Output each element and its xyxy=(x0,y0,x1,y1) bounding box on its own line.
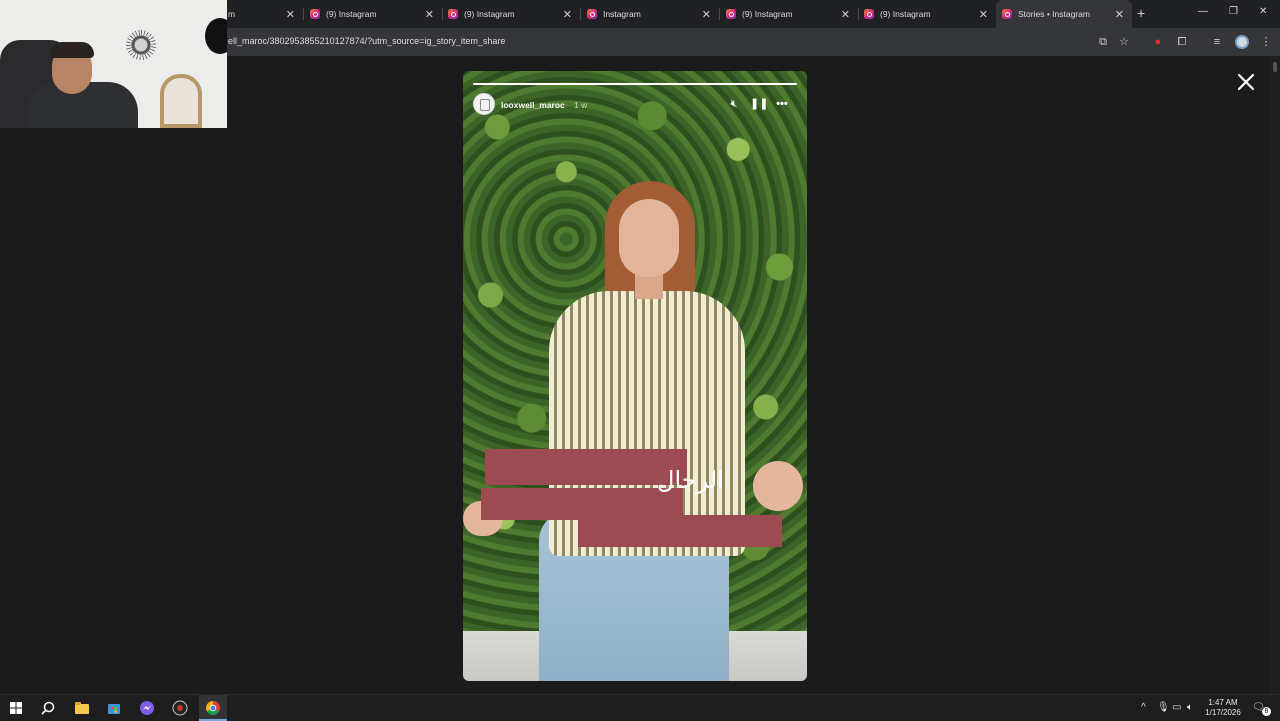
microphone-icon[interactable]: 🎙︎ xyxy=(1157,702,1170,713)
tray-chevron-up-icon[interactable]: ^ xyxy=(1141,702,1146,713)
story-user-avatar[interactable] xyxy=(473,93,495,115)
tab-separator xyxy=(858,8,859,20)
person-hair xyxy=(50,42,94,58)
extensions-puzzle-icon[interactable]: ⧠ xyxy=(1175,35,1189,49)
bookmark-star-icon[interactable]: ☆ xyxy=(1117,35,1131,49)
page-scrollbar[interactable] xyxy=(1270,56,1280,694)
tab-label: (9) Instagram xyxy=(326,9,377,19)
tab-close-icon[interactable]: ✕ xyxy=(841,8,850,21)
tab-close-icon[interactable]: ✕ xyxy=(286,8,295,21)
tab-label: (9) Instagram xyxy=(742,9,793,19)
chrome-icon[interactable] xyxy=(205,700,221,716)
windows-start-icon[interactable] xyxy=(8,700,24,716)
network-icon[interactable]: ▭ xyxy=(1172,702,1181,713)
profile-avatar-icon[interactable] xyxy=(1235,35,1249,49)
search-icon[interactable] xyxy=(40,700,56,716)
webcam-overlay xyxy=(0,0,227,128)
more-icon[interactable]: ••• xyxy=(774,97,790,111)
story-person-face xyxy=(619,199,679,277)
file-explorer-icon[interactable] xyxy=(74,700,90,716)
app-icon[interactable] xyxy=(172,700,188,716)
wall-mirror xyxy=(160,74,202,128)
tab-close-icon[interactable]: ✕ xyxy=(979,8,988,21)
url-text[interactable]: ell_maroc/3802953855210127874/?utm_sourc… xyxy=(228,36,505,46)
taskbar-clock[interactable]: 1:47 AM 1/17/2026 xyxy=(1200,698,1246,718)
tab-label: Instagram xyxy=(603,9,641,19)
volume-icon[interactable]: 🔈︎ xyxy=(1187,702,1193,713)
menu-kebab-icon[interactable]: ⋮ xyxy=(1259,35,1273,49)
story-caption: الرجال xyxy=(657,466,724,494)
story-viewer[interactable]: looxwell_maroc 1 w 🔇︎ ❚❚ ••• الرجال xyxy=(463,71,807,681)
tab-label: (9) Instagram xyxy=(464,9,515,19)
story-progress-fill xyxy=(473,83,797,85)
tab-close-icon[interactable]: ✕ xyxy=(563,8,572,21)
messenger-icon[interactable] xyxy=(139,700,155,716)
dark-object xyxy=(205,18,227,54)
tab-close-icon[interactable]: ✕ xyxy=(425,8,434,21)
story-age: 1 w xyxy=(574,100,588,110)
story-username[interactable]: looxwell_maroc xyxy=(501,100,565,110)
instagram-icon xyxy=(587,9,597,19)
tab-4[interactable]: (9) Instagram ✕ xyxy=(726,0,858,28)
tab-label: (9) Instagram xyxy=(880,9,931,19)
tab-close-icon[interactable]: ✕ xyxy=(702,8,711,21)
clock-time: 1:47 AM xyxy=(1208,698,1238,707)
restore-icon[interactable]: ❐ xyxy=(1229,6,1238,17)
story-person-hand xyxy=(753,461,803,511)
clock-date: 1/17/2026 xyxy=(1205,708,1241,717)
extension-icon[interactable]: ● xyxy=(1151,35,1165,49)
tab-label: m xyxy=(228,9,236,19)
tab-2[interactable]: (9) Instagram ✕ xyxy=(448,0,580,28)
story-progress-bar xyxy=(473,83,797,85)
windows-taskbar: ^ 🎙︎ ▭ 🔈︎ 1:47 AM 1/17/2026 🗨︎ 8 xyxy=(0,694,1280,721)
install-app-icon[interactable]: ⧉ xyxy=(1096,35,1110,49)
store-icon[interactable] xyxy=(106,700,122,716)
tab-5[interactable]: (9) Instagram ✕ xyxy=(864,0,996,28)
tab-close-icon[interactable]: ✕ xyxy=(1115,8,1124,21)
tab-3[interactable]: Instagram ✕ xyxy=(587,0,719,28)
instagram-icon xyxy=(310,9,320,19)
media-controls-icon[interactable]: ≡ xyxy=(1210,35,1224,49)
tab-separator xyxy=(303,8,304,20)
tab-active[interactable]: Stories • Instagram ✕ xyxy=(996,0,1132,28)
close-icon[interactable] xyxy=(1234,70,1258,94)
minimize-icon[interactable]: — xyxy=(1198,6,1208,17)
tab-label: Stories • Instagram xyxy=(1018,9,1090,19)
instagram-icon xyxy=(726,9,736,19)
instagram-icon xyxy=(1002,9,1012,19)
tab-separator xyxy=(719,8,720,20)
sunburst-mirror-decoration xyxy=(126,30,156,60)
redaction-block xyxy=(578,515,782,547)
tab-separator xyxy=(442,8,443,20)
window-close-icon[interactable]: ✕ xyxy=(1259,6,1267,17)
tab-1[interactable]: (9) Instagram ✕ xyxy=(310,0,442,28)
instagram-icon xyxy=(448,9,458,19)
scrollbar-thumb[interactable] xyxy=(1273,62,1277,72)
new-tab-icon[interactable]: + xyxy=(1137,5,1145,21)
tab-0[interactable]: m ✕ xyxy=(228,0,303,28)
tab-separator xyxy=(580,8,581,20)
instagram-icon xyxy=(864,9,874,19)
mute-icon[interactable]: 🔇︎ xyxy=(726,97,742,111)
pause-icon[interactable]: ❚❚ xyxy=(750,97,768,111)
notification-badge: 8 xyxy=(1262,707,1271,716)
